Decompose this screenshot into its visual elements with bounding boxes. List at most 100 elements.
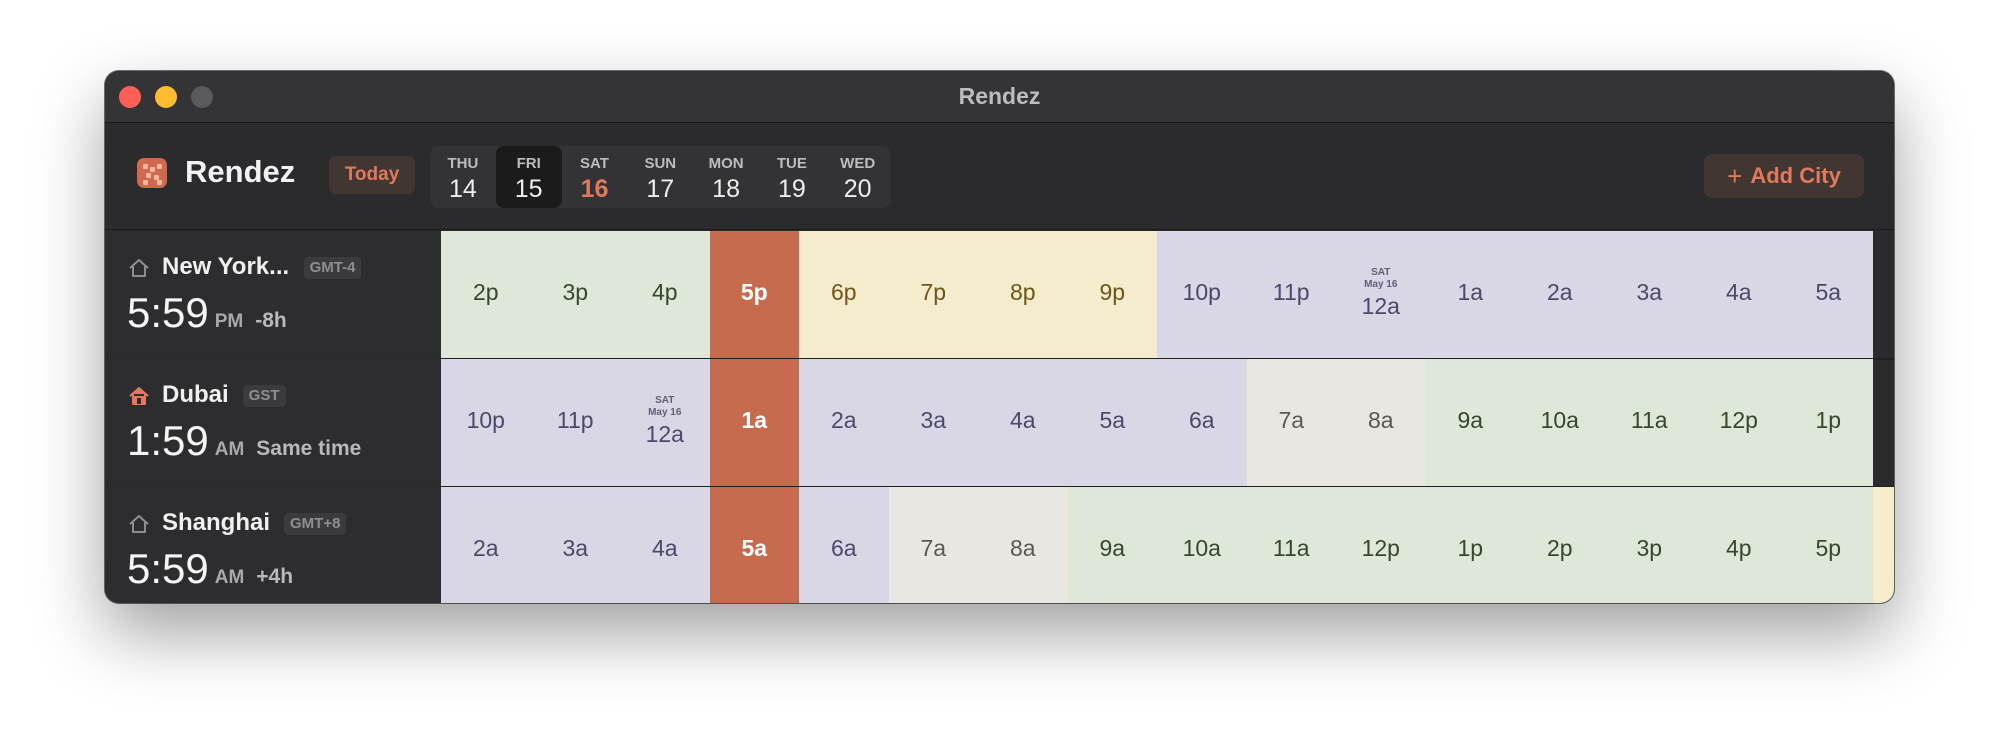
hour-cell[interactable]: 4p	[620, 231, 710, 358]
add-city-button[interactable]: + Add City	[1704, 154, 1864, 198]
day-number: 14	[448, 175, 477, 203]
day-change-weekday: SAT	[1371, 267, 1391, 278]
hour-cell[interactable]: 6a	[1157, 359, 1247, 486]
time-offset: -8h	[255, 309, 287, 332]
hour-cell[interactable]: 7a	[888, 487, 978, 603]
hour-cell[interactable]: 4a	[978, 359, 1068, 486]
hour-cell[interactable]: 11p	[1246, 231, 1336, 358]
day-number: 19	[777, 175, 806, 203]
am-pm-label: PM	[214, 311, 244, 332]
current-time: 5:59	[127, 545, 209, 592]
hour-cell[interactable]: 1p	[1783, 359, 1873, 486]
city-row[interactable]: Dubai GST 1:59 AM Same time 10p 11p SAT May 16 12…	[105, 359, 1894, 486]
hour-cell[interactable]: 11a	[1246, 487, 1336, 603]
hour-cell[interactable]: 1p	[1425, 487, 1515, 603]
current-hour-cell[interactable]: 5p	[709, 231, 799, 358]
hour-cell[interactable]: 7p	[888, 231, 978, 358]
hour-label: 5a	[1815, 279, 1842, 305]
hour-label: 4a	[1725, 279, 1752, 305]
hour-cell[interactable]: 9p	[1067, 231, 1157, 358]
hour-cell[interactable]: 8p	[978, 231, 1068, 358]
title-bar: Rendez	[105, 71, 1894, 123]
hour-cell[interactable]: 9a	[1425, 359, 1515, 486]
hour-cell[interactable]: 12p	[1694, 359, 1784, 486]
day-tab-wed[interactable]: WED 20	[825, 146, 891, 208]
hour-label: 6p	[830, 279, 857, 305]
hour-cell[interactable]: 4a	[1694, 231, 1784, 358]
hour-cell[interactable]: 6p	[799, 231, 889, 358]
hour-cell[interactable]: 8a	[1336, 359, 1426, 486]
hour-cell[interactable]: SAT May 16 12a	[620, 359, 710, 486]
hour-cell[interactable]: 9a	[1067, 487, 1157, 603]
hour-cell[interactable]: 3p	[1604, 487, 1694, 603]
hour-label: 11a	[1630, 407, 1668, 433]
hour-cell[interactable]: 5a	[1783, 231, 1873, 358]
hour-label: 5p	[740, 279, 768, 305]
today-button[interactable]: Today	[329, 156, 415, 194]
city-row[interactable]: Shanghai GMT+8 5:59 AM +4h 2a 3a 4a 5a 6a 7a 8a 9a 10…	[105, 487, 1894, 603]
hour-label: 8a	[1367, 407, 1394, 433]
city-info-panel[interactable]: Dubai GST 1:59 AM Same time	[105, 359, 441, 486]
hour-cell[interactable]: 6a	[799, 487, 889, 603]
hour-label: 7p	[920, 279, 947, 305]
hour-strip: 2p 3p 4p 5p 6p 7p 8p 9p 10p 11p SAT May 16 12a 1a 2a 3a…	[441, 231, 1894, 358]
hour-cell[interactable]: 3p	[530, 231, 620, 358]
hour-cell[interactable]: 4a	[620, 487, 710, 603]
hour-label: 5p	[1815, 535, 1842, 561]
hour-cell[interactable]: 2p	[441, 231, 531, 358]
city-row[interactable]: New York... GMT-4 5:59 PM -8h 2p 3p 4p 5p 6p 7p 8p 9…	[105, 231, 1894, 358]
hour-label: 3p	[562, 279, 589, 305]
hour-cell[interactable]: 3a	[530, 487, 620, 603]
city-info-panel[interactable]: Shanghai GMT+8 5:59 AM +4h	[105, 487, 441, 603]
hour-cell[interactable]: 2a	[799, 359, 889, 486]
hour-cell[interactable]: 10p	[1157, 231, 1247, 358]
day-tab-tue[interactable]: TUE 19	[759, 146, 825, 208]
current-hour-cell[interactable]: 5a	[709, 487, 799, 603]
hour-cell[interactable]: 1a	[1425, 231, 1515, 358]
day-number: 16	[580, 175, 609, 203]
city-info-panel[interactable]: New York... GMT-4 5:59 PM -8h	[105, 231, 441, 358]
hour-label: 10a	[1182, 535, 1221, 561]
hour-cell[interactable]: 11p	[530, 359, 620, 486]
time-offset: +4h	[256, 565, 294, 588]
hour-cell[interactable]: 8a	[978, 487, 1068, 603]
day-tab-mon[interactable]: MON 18	[693, 146, 759, 208]
hour-cell[interactable]: 10a	[1157, 487, 1247, 603]
day-of-week: SAT	[580, 155, 609, 172]
hour-label: 9p	[1099, 279, 1126, 305]
hour-cell[interactable]: 10p	[441, 359, 531, 486]
day-tab-thu[interactable]: THU 14	[430, 146, 496, 208]
city-name: Shanghai	[162, 509, 271, 536]
hour-label: 6a	[830, 535, 857, 561]
day-tab-sat[interactable]: SAT 16	[562, 146, 628, 208]
hour-cell[interactable]: 4p	[1694, 487, 1784, 603]
current-hour-cell[interactable]: 1a	[709, 359, 799, 486]
day-change-date: May 16	[1364, 279, 1398, 290]
hour-label: 1a	[741, 407, 768, 433]
hour-cell[interactable]: 5p	[1783, 487, 1873, 603]
hour-cell[interactable]: 3a	[888, 359, 978, 486]
hour-cell[interactable]: SAT May 16 12a	[1336, 231, 1426, 358]
day-tab-sun[interactable]: SUN 17	[627, 146, 693, 208]
hour-cell[interactable]: 2a	[441, 487, 531, 603]
day-of-week: THU	[447, 155, 479, 172]
hour-label: 2a	[472, 535, 499, 561]
day-number: 18	[712, 175, 740, 203]
hour-cell[interactable]: 2p	[1515, 487, 1605, 603]
hour-cell[interactable]: 12p	[1336, 487, 1426, 603]
hour-cell[interactable]: 2a	[1515, 231, 1605, 358]
hour-cell[interactable]: 10a	[1515, 359, 1605, 486]
hour-label: 3p	[1636, 535, 1663, 561]
hour-cell[interactable]: 11a	[1604, 359, 1694, 486]
hour-cell[interactable]: 7a	[1246, 359, 1336, 486]
hour-label: 7a	[1278, 407, 1305, 433]
day-tab-fri[interactable]: FRI 15	[495, 146, 562, 208]
day-change-tag: SAT May 16	[620, 395, 710, 419]
day-change-weekday: SAT	[655, 395, 675, 406]
hour-label: 9a	[1099, 535, 1126, 561]
window-title: Rendez	[958, 83, 1041, 109]
hour-strip: 10p 11p SAT May 16 12a 1a 2a 3a 4a 5a 6a 7a 8a 9a 10a 1…	[441, 359, 1894, 486]
hour-label: 4a	[651, 535, 678, 561]
hour-cell[interactable]: 3a	[1604, 231, 1694, 358]
hour-cell[interactable]: 5a	[1067, 359, 1157, 486]
